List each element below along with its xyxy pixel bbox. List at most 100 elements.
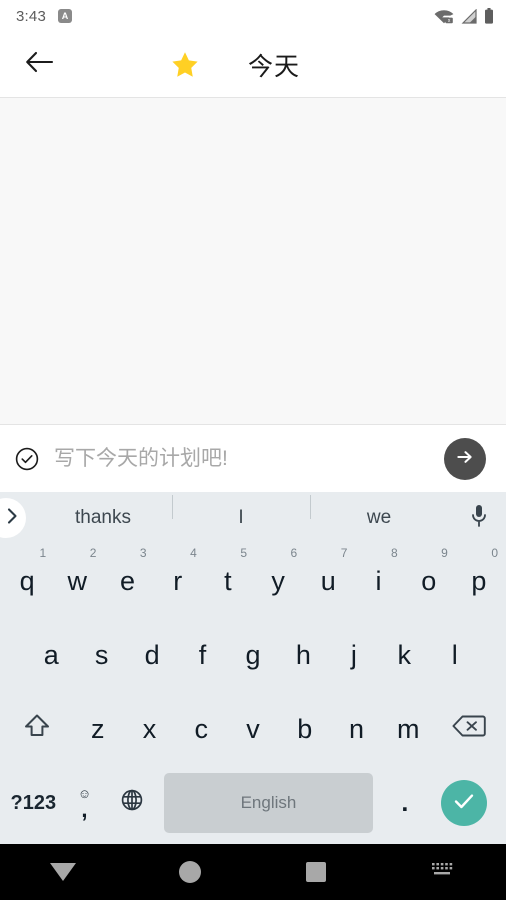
key-hint: 5 xyxy=(240,546,248,560)
keyboard-row-2: a s d f g h j k l xyxy=(0,618,506,692)
backspace-delete-icon xyxy=(451,713,487,746)
suggestion-list: thanks I we xyxy=(34,495,448,529)
key-h[interactable]: h xyxy=(278,618,328,692)
keyboard-row-4: ?123 ☺ , English . xyxy=(0,766,506,840)
key-label: i xyxy=(375,565,382,596)
key-label: o xyxy=(421,565,437,596)
check-circle-icon[interactable] xyxy=(14,446,40,472)
key-e[interactable]: 3e xyxy=(102,544,152,618)
comma-label: , xyxy=(81,797,88,823)
page-title: 今天 xyxy=(248,52,301,81)
backspace-key[interactable] xyxy=(434,692,504,766)
status-icons: x xyxy=(434,8,494,24)
key-g[interactable]: g xyxy=(228,618,278,692)
key-k[interactable]: k xyxy=(379,618,429,692)
key-label: w xyxy=(67,565,88,596)
expand-suggestions-button[interactable] xyxy=(0,498,26,538)
enter-key[interactable] xyxy=(429,766,500,840)
key-n[interactable]: n xyxy=(331,692,383,766)
arrow-right-icon xyxy=(454,447,476,470)
key-hint: 8 xyxy=(390,546,398,560)
key-w[interactable]: 2w xyxy=(52,544,102,618)
spacebar-key[interactable]: English xyxy=(163,773,374,833)
key-d[interactable]: d xyxy=(127,618,177,692)
status-app-badge-icon: A xyxy=(58,9,72,23)
key-hint: 4 xyxy=(190,546,197,560)
comma-emoji-key[interactable]: ☺ , xyxy=(61,766,109,840)
key-y[interactable]: 6y xyxy=(253,544,303,618)
key-hint: 6 xyxy=(290,546,298,560)
key-p[interactable]: 0p xyxy=(454,544,504,618)
key-label: u xyxy=(320,565,336,596)
language-switch-key[interactable] xyxy=(108,766,156,840)
suggestion-item[interactable]: I xyxy=(172,495,310,529)
voice-input-button[interactable] xyxy=(452,503,506,534)
suggestion-item[interactable]: thanks xyxy=(34,507,172,529)
key-hint: 9 xyxy=(441,546,448,560)
square-recents-icon xyxy=(306,862,327,882)
shift-up-arrow-icon xyxy=(21,711,53,748)
key-l[interactable]: l xyxy=(430,618,480,692)
key-label: t xyxy=(224,565,232,596)
cellular-signal-icon xyxy=(461,8,477,24)
keyboard-row-1: 1q 2w 3e 4r 5t 6y 7u 8i 9o 0p xyxy=(0,544,506,618)
nav-switch-keyboard-button[interactable] xyxy=(380,844,506,900)
period-key[interactable]: . xyxy=(381,766,429,840)
back-button[interactable] xyxy=(22,48,56,82)
microphone-icon xyxy=(469,503,489,534)
keyboard-switch-icon xyxy=(430,861,456,884)
key-o[interactable]: 9o xyxy=(404,544,454,618)
key-label: p xyxy=(471,565,487,596)
enter-key-circle xyxy=(441,780,488,826)
checkmark-icon xyxy=(451,790,477,817)
send-button[interactable] xyxy=(444,437,486,480)
key-m[interactable]: m xyxy=(382,692,434,766)
key-hint: 1 xyxy=(39,546,47,560)
arrow-left-icon xyxy=(24,50,54,79)
key-label: e xyxy=(119,565,136,596)
key-a[interactable]: a xyxy=(26,618,76,692)
key-f[interactable]: f xyxy=(177,618,227,692)
key-r[interactable]: 4r xyxy=(153,544,203,618)
key-label: y xyxy=(271,565,285,596)
status-time: 3:43 xyxy=(16,7,46,25)
compose-row xyxy=(0,425,506,492)
on-screen-keyboard: thanks I we 1q 2w 3e 4r 5t 6y 7u 8i 9 o … xyxy=(0,492,506,844)
key-i[interactable]: 8i xyxy=(353,544,403,618)
key-hint: 2 xyxy=(89,546,97,560)
key-t[interactable]: 5t xyxy=(203,544,253,618)
key-hint: 3 xyxy=(139,546,147,560)
globe-language-icon xyxy=(119,787,145,820)
suggestion-bar: thanks I we xyxy=(0,492,506,544)
star-icon[interactable] xyxy=(170,50,200,80)
keyboard-row-3: z x c v b n m xyxy=(0,692,506,766)
new-task-input[interactable] xyxy=(54,446,444,471)
nav-recents-button[interactable] xyxy=(253,844,380,900)
app-screen: 3:43 A x 今天 写下今天的计划吧! thanks I we 1 q 2 … xyxy=(0,0,506,900)
key-u[interactable]: 7u xyxy=(303,544,353,618)
key-hint: 0 xyxy=(491,546,499,560)
chevron-right-icon xyxy=(5,507,19,530)
nav-home-button[interactable] xyxy=(127,844,254,900)
symbols-key[interactable]: ?123 xyxy=(6,766,61,840)
key-c[interactable]: c xyxy=(175,692,227,766)
key-x[interactable]: x xyxy=(124,692,176,766)
nav-back-button[interactable] xyxy=(0,844,127,900)
key-j[interactable]: j xyxy=(329,618,379,692)
task-list-area[interactable] xyxy=(0,98,506,425)
battery-icon xyxy=(484,8,494,24)
key-q[interactable]: 1q xyxy=(2,544,52,618)
key-label: q xyxy=(19,565,35,596)
key-z[interactable]: z xyxy=(72,692,124,766)
app-bar: 今天 xyxy=(0,32,506,98)
wifi-off-icon: x xyxy=(434,9,454,24)
system-navigation-bar xyxy=(0,844,506,900)
key-s[interactable]: s xyxy=(76,618,126,692)
suggestion-item[interactable]: we xyxy=(310,495,448,529)
key-hint: 7 xyxy=(340,546,348,560)
key-label: r xyxy=(173,565,183,596)
key-v[interactable]: v xyxy=(227,692,279,766)
shift-key[interactable] xyxy=(2,692,72,766)
circle-home-icon xyxy=(178,861,201,883)
key-b[interactable]: b xyxy=(279,692,331,766)
